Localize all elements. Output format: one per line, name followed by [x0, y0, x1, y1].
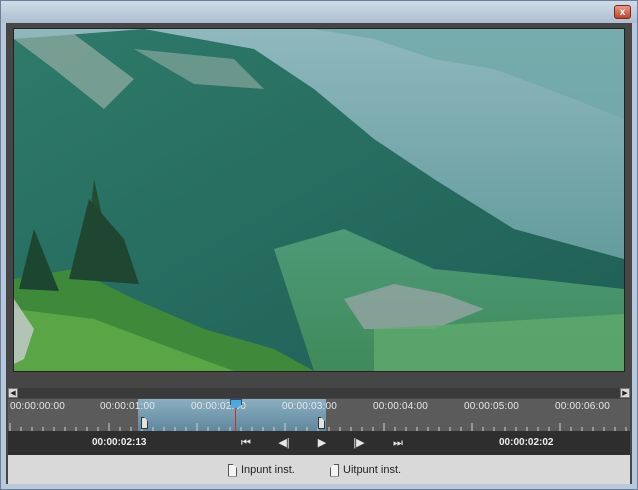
- set-out-label: Uitpunt inst.: [343, 464, 402, 476]
- video-preview: [13, 28, 625, 372]
- step-forward-button[interactable]: |▶: [351, 436, 367, 450]
- go-to-out-button[interactable]: ⏭: [390, 436, 406, 450]
- timeline-scrollbar[interactable]: ◀ ▶: [8, 388, 630, 398]
- close-icon: x: [619, 7, 626, 18]
- out-point-icon: [330, 463, 339, 477]
- ruler-label: 00:00:03:00: [282, 401, 338, 412]
- playhead-line: [235, 409, 236, 431]
- landscape-frame: [14, 29, 624, 371]
- ruler-label: 00:00:05:00: [464, 401, 520, 412]
- trim-window: x ◀ ▶ 00:00:00:00 00:00:01:00 00:00:02:0…: [0, 0, 638, 490]
- scroll-left-icon[interactable]: ◀: [8, 388, 18, 398]
- go-to-in-button[interactable]: ⏮: [238, 436, 254, 450]
- ruler-label: 00:00:00:00: [10, 401, 66, 412]
- current-timecode: 00:00:02:13: [92, 437, 147, 448]
- step-back-button[interactable]: ◀|: [276, 436, 292, 450]
- play-button[interactable]: ▶: [314, 436, 330, 450]
- set-in-label: Inpunt inst.: [241, 464, 295, 476]
- marker-bar: Inpunt inst. Uitpunt inst.: [8, 455, 630, 484]
- ruler-label: 00:00:04:00: [373, 401, 429, 412]
- close-button[interactable]: x: [614, 5, 631, 19]
- scroll-right-icon[interactable]: ▶: [620, 388, 630, 398]
- content-area: ◀ ▶ 00:00:00:00 00:00:01:00 00:00:02:00 …: [6, 23, 632, 484]
- set-in-point-button[interactable]: Inpunt inst.: [228, 462, 295, 478]
- ruler-label: 00:00:06:00: [555, 401, 611, 412]
- transport-bar: 00:00:02:13 ⏮ ◀| ▶ |▶ ⏭ 00:00:02:02: [8, 431, 630, 455]
- duration-timecode: 00:00:02:02: [499, 437, 554, 448]
- timeline-ruler[interactable]: 00:00:00:00 00:00:01:00 00:00:02:00 00:0…: [8, 399, 630, 431]
- title-bar: x: [1, 1, 637, 23]
- ruler-label: 00:00:01:00: [100, 401, 156, 412]
- in-point-icon: [228, 463, 237, 477]
- set-out-point-button[interactable]: Uitpunt inst.: [330, 462, 401, 478]
